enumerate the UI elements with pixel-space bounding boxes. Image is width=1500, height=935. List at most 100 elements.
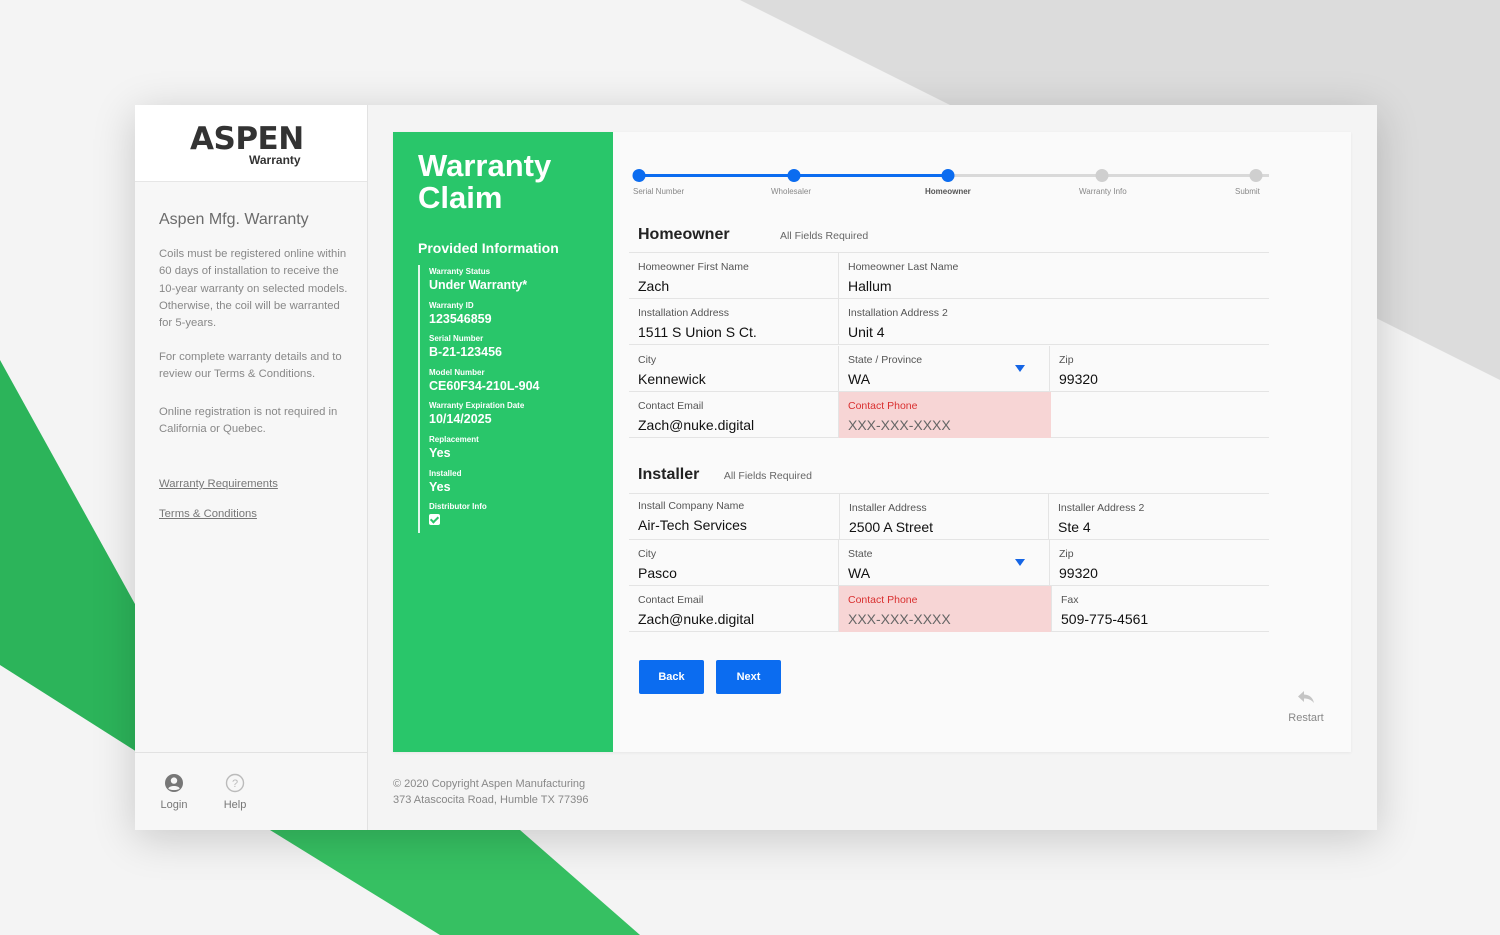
field-label: Install Company Name <box>638 500 745 512</box>
field-placeholder: XXX-XXX-XXXX <box>848 417 951 433</box>
installer-state-select[interactable]: State WA <box>838 540 1049 586</box>
form-row: Contact Email Zach@nuke.digital Contact … <box>629 392 1269 438</box>
field-value: 99320 <box>1059 371 1098 387</box>
step-label-warranty-info: Warranty Info <box>1079 187 1127 196</box>
field-value: Unit 4 <box>848 324 885 340</box>
field-label: City <box>638 548 657 560</box>
field-value: 2500 A Street <box>849 519 934 535</box>
progress-stepper: Serial Number Wholesaler Homeowner Warra… <box>632 168 1269 208</box>
field-label: Installer Address <box>849 502 927 514</box>
installer-city-field[interactable]: City Pasco <box>629 540 838 586</box>
form-row: City Kennewick State / Province WA Zip 9… <box>629 346 1269 392</box>
info-item-model-number: Model Number CE60F34-210L-904 <box>429 366 598 400</box>
main-content: Warranty Claim Provided Information Warr… <box>368 105 1377 830</box>
installer-address-2-field[interactable]: Installer Address 2 Ste 4 <box>1048 494 1269 540</box>
next-button[interactable]: Next <box>716 660 781 694</box>
info-item-distributor: Distributor Info <box>429 500 598 534</box>
info-item-warranty-id: Warranty ID 123546859 <box>429 299 598 333</box>
installer-zip-field[interactable]: Zip 99320 <box>1049 540 1269 586</box>
field-label: Contact Email <box>638 594 704 606</box>
copyright-text: © 2020 Copyright Aspen Manufacturing <box>393 778 586 790</box>
info-value: Yes <box>429 479 451 494</box>
sidebar-paragraph: Coils must be registered online within 6… <box>159 248 348 330</box>
info-label: Serial Number <box>429 334 484 344</box>
back-button[interactable]: Back <box>639 660 704 694</box>
field-placeholder: XXX-XXX-XXXX <box>848 611 951 627</box>
field-value: Pasco <box>638 565 677 581</box>
step-dot-submit[interactable] <box>1249 169 1263 182</box>
logo-subtitle: Warranty <box>249 153 301 167</box>
sidebar-title: Aspen Mfg. Warranty <box>159 211 309 228</box>
info-value: Yes <box>429 445 451 460</box>
step-dot-homeowner[interactable] <box>941 169 955 182</box>
info-item-warranty-status: Warranty Status Under Warranty* <box>429 265 598 299</box>
step-dot-wholesaler[interactable] <box>787 169 801 182</box>
info-item-expiration-date: Warranty Expiration Date 10/14/2025 <box>429 399 598 433</box>
installer-email-field[interactable]: Contact Email Zach@nuke.digital <box>629 586 838 632</box>
install-company-field[interactable]: Install Company Name Air-Tech Services <box>629 494 839 540</box>
required-note: All Fields Required <box>723 470 812 482</box>
field-value: Zach@nuke.digital <box>638 417 755 433</box>
info-item-installed: Installed Yes <box>429 467 598 501</box>
info-label: Model Number <box>429 367 485 377</box>
distributor-checkbox[interactable] <box>429 514 440 526</box>
form-row: Contact Email Zach@nuke.digital Contact … <box>629 586 1269 632</box>
field-label: Zip <box>1059 354 1074 366</box>
sidebar-paragraph: Online registration is not required in C… <box>159 406 338 436</box>
homeowner-last-name-field[interactable]: Homeowner Last Name Hallum <box>838 253 1269 299</box>
form-row: Homeowner First Name Zach Homeowner Last… <box>629 253 1269 299</box>
form-row: Installation Address 1511 S Union S Ct. … <box>629 299 1269 345</box>
installer-fax-field[interactable]: Fax 509-775-4561 <box>1051 586 1269 632</box>
restart-button[interactable]: Restart <box>1286 690 1326 724</box>
field-value: Hallum <box>848 278 892 294</box>
field-value: Zach@nuke.digital <box>638 611 755 627</box>
homeowner-first-name-field[interactable]: Homeowner First Name Zach <box>629 253 838 299</box>
field-label: Contact Phone <box>848 400 918 412</box>
panel-subtitle: Provided Information <box>418 240 559 256</box>
info-label: Warranty ID <box>429 300 474 310</box>
field-value: Air-Tech Services <box>638 517 747 533</box>
provided-info-list: Warranty Status Under Warranty* Warranty… <box>418 265 598 533</box>
step-dot-serial-number[interactable] <box>632 169 646 182</box>
field-value: Ste 4 <box>1058 519 1091 535</box>
homeowner-phone-field[interactable]: Contact Phone XXX-XXX-XXXX <box>838 392 1051 438</box>
homeowner-section-header: Homeowner All Fields Required <box>638 226 868 244</box>
installer-phone-field[interactable]: Contact Phone XXX-XXX-XXXX <box>838 586 1051 632</box>
field-label: Installation Address <box>638 307 730 319</box>
homeowner-city-field[interactable]: City Kennewick <box>629 346 838 392</box>
field-label: Contact Phone <box>848 594 918 606</box>
step-label-serial-number: Serial Number <box>633 187 685 196</box>
user-circle-icon <box>165 774 183 792</box>
homeowner-zip-field[interactable]: Zip 99320 <box>1049 346 1269 392</box>
step-label-homeowner: Homeowner <box>925 187 971 196</box>
svg-text:?: ? <box>232 778 238 790</box>
homeowner-email-field[interactable]: Contact Email Zach@nuke.digital <box>629 392 838 438</box>
installation-address-field[interactable]: Installation Address 1511 S Union S Ct. <box>629 299 838 345</box>
installer-address-field[interactable]: Installer Address 2500 A Street <box>839 494 1048 540</box>
field-label: Homeowner First Name <box>638 261 749 273</box>
info-label: Distributor Info <box>429 502 487 512</box>
homeowner-title: Homeowner <box>638 226 730 243</box>
field-label: Contact Email <box>638 400 704 412</box>
login-label: Login <box>160 799 188 811</box>
app-window: ASPEN Warranty Aspen Mfg. Warranty Coils… <box>135 105 1377 830</box>
info-value: B-21-123456 <box>429 345 502 360</box>
warranty-requirements-link[interactable]: Warranty Requirements <box>159 478 278 490</box>
field-label: Homeowner Last Name <box>848 261 959 273</box>
chevron-down-icon <box>1015 365 1025 372</box>
homeowner-state-select[interactable]: State / Province WA <box>838 346 1049 392</box>
terms-conditions-link[interactable]: Terms & Conditions <box>159 508 257 520</box>
installation-address-2-field[interactable]: Installation Address 2 Unit 4 <box>838 299 1269 345</box>
footer: © 2020 Copyright Aspen Manufacturing 373… <box>393 777 588 808</box>
sidebar: ASPEN Warranty Aspen Mfg. Warranty Coils… <box>135 105 368 830</box>
info-value: Under Warranty* <box>429 278 528 292</box>
installer-section-header: Installer All Fields Required <box>638 466 812 484</box>
step-dot-warranty-info[interactable] <box>1095 169 1109 182</box>
info-item-serial-number: Serial Number B-21-123456 <box>429 332 598 366</box>
chevron-down-icon <box>1015 559 1025 566</box>
form-row: City Pasco State WA Zip 99320 <box>629 540 1269 586</box>
help-button[interactable]: ? Help <box>213 773 257 811</box>
help-label: Help <box>223 799 247 811</box>
logo[interactable]: ASPEN Warranty <box>135 105 367 182</box>
login-button[interactable]: Login <box>152 773 196 811</box>
